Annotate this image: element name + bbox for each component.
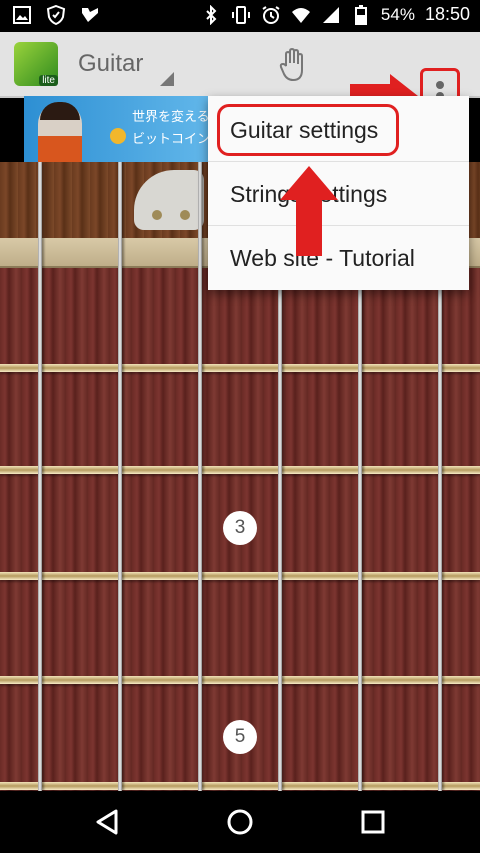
fretboard[interactable]: 3 5 (0, 268, 480, 791)
fret-marker: 5 (223, 720, 257, 754)
hand-icon[interactable] (278, 48, 308, 82)
app-title[interactable]: Guitar (78, 50, 143, 78)
ad-text: 世界を変えるコ (132, 109, 210, 124)
fret (0, 782, 480, 790)
check-icon (82, 8, 98, 22)
shield-icon (46, 5, 66, 25)
ad-text: ビットコインは (132, 131, 210, 146)
fret (0, 676, 480, 684)
recents-icon[interactable] (358, 807, 388, 837)
guitar-string[interactable] (198, 162, 202, 791)
ad-banner[interactable]: 世界を変えるコ ビットコインは (24, 96, 210, 162)
battery-icon (354, 4, 367, 25)
battery-level: 54% (380, 4, 415, 24)
back-icon[interactable] (92, 807, 122, 837)
annotation-highlight-guitar-settings (217, 104, 399, 156)
app-icon-badge: lite (39, 75, 58, 86)
menu-item-web-site-tutorial[interactable]: Web site - Tutorial (208, 226, 469, 290)
fret-marker: 3 (223, 511, 257, 545)
dropdown-indicator-icon[interactable] (160, 72, 174, 86)
signal-icon (322, 6, 339, 23)
image-icon (13, 6, 31, 24)
vibrate-icon (231, 5, 250, 24)
alarm-icon (262, 5, 280, 24)
bluetooth-icon (206, 4, 217, 25)
pickguard (134, 170, 204, 230)
fret (0, 466, 480, 474)
fret (0, 364, 480, 372)
app-icon[interactable]: lite (14, 42, 58, 86)
clock: 18:50 (424, 4, 470, 24)
status-bar: 54% 18:50 (0, 0, 480, 32)
menu-item-strings-settings[interactable]: Strings settings (208, 162, 469, 226)
guitar-string[interactable] (38, 162, 42, 791)
annotation-arrow-up-icon (280, 166, 338, 256)
navigation-bar (0, 791, 480, 853)
guitar-string[interactable] (118, 162, 122, 791)
fret (0, 572, 480, 580)
home-icon[interactable] (225, 807, 255, 837)
ad-person-image (38, 102, 82, 162)
action-bar: lite Guitar (0, 32, 480, 124)
bitcoin-icon (110, 128, 126, 144)
wifi-icon (291, 7, 310, 23)
